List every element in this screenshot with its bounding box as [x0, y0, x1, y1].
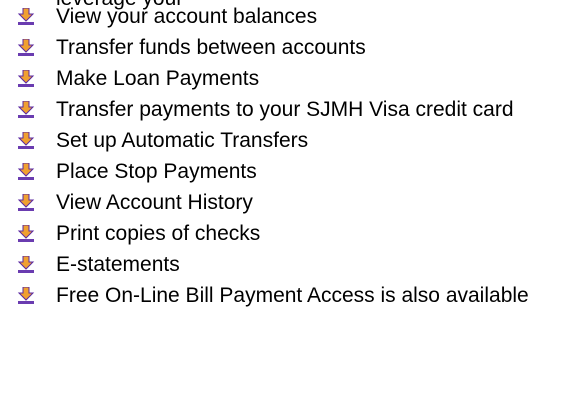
down-arrow-bullet-icon: [17, 8, 35, 25]
down-arrow-bullet-icon: [17, 194, 35, 211]
feature-label: Place Stop Payments: [56, 160, 257, 183]
list-item: Make Loan Payments: [0, 63, 582, 94]
feature-label: Transfer funds between accounts: [56, 36, 366, 59]
feature-label: Transfer payments to your SJMH Visa cred…: [56, 98, 514, 121]
list-item: E-statements: [0, 249, 582, 280]
down-arrow-bullet-icon: [17, 225, 35, 242]
feature-label: E-statements: [56, 253, 180, 276]
list-item: View your account balances: [0, 1, 582, 32]
down-arrow-bullet-icon: [17, 101, 35, 118]
list-item: Print copies of checks: [0, 218, 582, 249]
list-item: Transfer funds between accounts: [0, 32, 582, 63]
list-item: Set up Automatic Transfers: [0, 125, 582, 156]
list-item: Place Stop Payments: [0, 156, 582, 187]
down-arrow-bullet-icon: [17, 256, 35, 273]
feature-label: View your account balances: [56, 5, 318, 28]
list-item: View Account History: [0, 187, 582, 218]
feature-label: View Account History: [56, 191, 253, 214]
list-item: Transfer payments to your SJMH Visa cred…: [0, 94, 582, 125]
feature-label: Make Loan Payments: [56, 67, 260, 90]
feature-label: Print copies of checks: [56, 222, 261, 245]
list-item: Free On-Line Bill Payment Access is also…: [0, 280, 582, 311]
down-arrow-bullet-icon: [17, 39, 35, 56]
online-banking-feature-list: View your account balances Transfer fund…: [0, 1, 582, 311]
down-arrow-bullet-icon: [17, 132, 35, 149]
feature-label: Free On-Line Bill Payment Access is also…: [56, 284, 529, 307]
down-arrow-bullet-icon: [17, 70, 35, 87]
feature-label: Set up Automatic Transfers: [56, 129, 309, 152]
down-arrow-bullet-icon: [17, 163, 35, 180]
down-arrow-bullet-icon: [17, 287, 35, 304]
